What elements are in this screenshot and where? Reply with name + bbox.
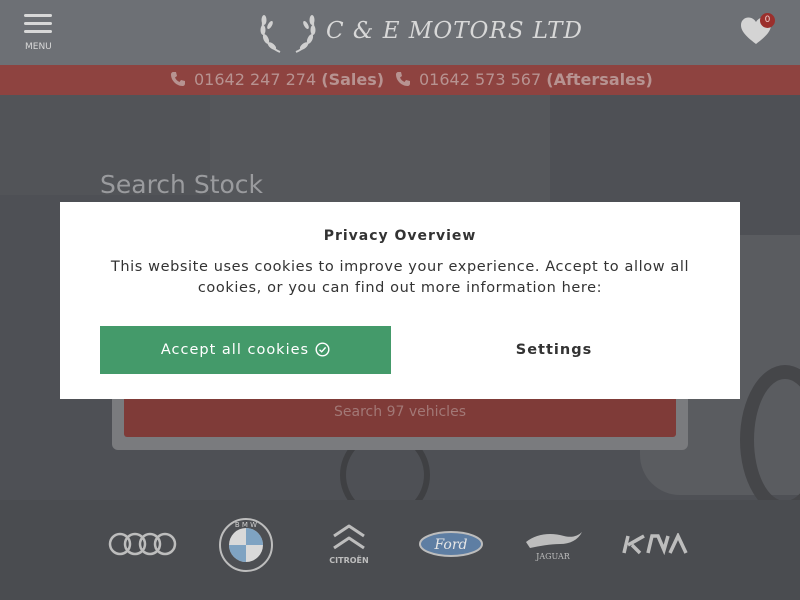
privacy-overview-title: Privacy Overview xyxy=(323,228,477,244)
svg-text:CITROËN: CITROËN xyxy=(329,555,368,565)
phone-icon xyxy=(396,72,410,86)
phone-icon xyxy=(171,72,185,86)
hamburger-menu-icon xyxy=(24,14,52,17)
ford-logo-icon[interactable]: Ford xyxy=(418,530,484,558)
svg-text:Ford: Ford xyxy=(433,537,467,553)
phone-bar: 01642 247 274 (Sales) 01642 573 567 (Aft… xyxy=(0,65,800,95)
menu-button[interactable]: MENU xyxy=(24,14,52,54)
accept-all-cookies-button[interactable]: Accept all cookies xyxy=(100,326,391,374)
sales-phone-label: (Sales) xyxy=(321,70,385,89)
audi-logo-icon[interactable] xyxy=(108,530,178,558)
bmw-logo-icon[interactable]: B M W xyxy=(218,517,274,573)
hamburger-bar-3 xyxy=(24,30,52,33)
sales-phone-link[interactable]: 01642 247 274 (Sales) xyxy=(170,70,384,89)
cookie-consent-dialog: Privacy Overview This website uses cooki… xyxy=(60,202,740,399)
aftersales-phone-label: (Aftersales) xyxy=(546,70,653,89)
sales-phone-number: 01642 247 274 xyxy=(194,70,317,89)
check-circle-icon xyxy=(315,341,330,357)
brand-logos-strip: B M W CITROËN Ford JAGUAR xyxy=(0,500,800,600)
favourites-count-badge: 0 xyxy=(760,13,775,28)
hamburger-bar-2 xyxy=(24,22,52,25)
favourites-button[interactable]: 0 xyxy=(740,13,776,50)
aftersales-phone-link[interactable]: 01642 573 567 (Aftersales) xyxy=(395,70,653,89)
accept-label: Accept all cookies xyxy=(160,341,310,358)
svg-text:JAGUAR: JAGUAR xyxy=(535,552,571,561)
cookie-description-text: This website uses cookies to improve you… xyxy=(110,259,690,296)
search-stock-title: Search Stock xyxy=(100,170,264,199)
logo-text: C & E MOTORS LTD xyxy=(326,18,583,44)
aftersales-phone-number: 01642 573 567 xyxy=(419,70,542,89)
kia-logo-icon[interactable] xyxy=(622,533,690,555)
citroen-logo-icon[interactable]: CITROËN xyxy=(318,520,380,568)
cookie-settings-button[interactable]: Settings xyxy=(410,326,698,374)
menu-label: MENU xyxy=(25,42,52,52)
site-header: MENU C & E MOTORS LTD 0 xyxy=(0,0,800,65)
jaguar-logo-icon[interactable]: JAGUAR xyxy=(520,526,586,562)
svg-text:B M W: B M W xyxy=(235,521,257,529)
laurel-wreath-icon xyxy=(260,15,316,53)
